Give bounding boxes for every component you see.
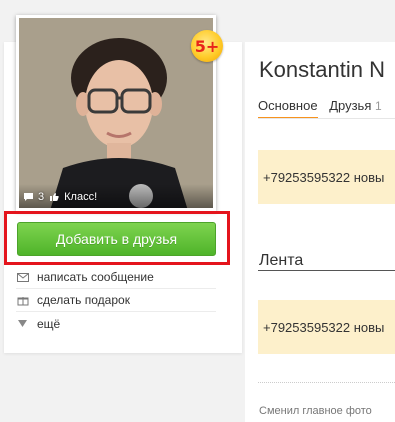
profile-tabs: Основное Друзья 1 (258, 98, 390, 119)
feed-item-text[interactable]: Сменил главное фото (259, 405, 372, 417)
status-note-text: +79253595322 новы (263, 169, 385, 185)
comments-count[interactable]: 3 (38, 191, 44, 203)
main-content: Konstantin N Основное Друзья 1 (245, 42, 395, 422)
send-message-action[interactable]: написать сообщение (16, 266, 216, 289)
feed-title-divider (258, 270, 395, 271)
thumbs-up-icon[interactable] (48, 191, 60, 203)
add-friend-button[interactable]: Добавить в друзья (17, 222, 216, 256)
send-message-label[interactable]: написать сообщение (37, 270, 154, 284)
feed-divider (258, 382, 395, 383)
avatar[interactable]: 3 Класс! (19, 18, 213, 208)
tab-friends[interactable]: Друзья 1 (329, 98, 381, 117)
feed-title: Лента (259, 252, 304, 269)
profile-photo[interactable]: 3 Класс! (16, 15, 216, 211)
age-restriction-badge: 5+ (191, 30, 223, 62)
triangle-down-icon (16, 317, 29, 330)
more-action[interactable]: ещё (16, 312, 216, 335)
avatar-portrait (19, 18, 213, 208)
feed-note-text: +79253595322 новы (263, 319, 385, 335)
send-gift-action[interactable]: сделать подарок (16, 289, 216, 312)
gift-icon (16, 294, 29, 307)
tab-main[interactable]: Основное (258, 98, 318, 119)
profile-actions: написать сообщение сделать подарок ещё (16, 266, 216, 335)
status-note[interactable]: +79253595322 новы (258, 150, 395, 204)
envelope-icon (16, 271, 29, 284)
photo-stats: 3 Класс! (22, 191, 97, 203)
comment-icon[interactable] (22, 191, 34, 203)
klass-label[interactable]: Класс! (64, 191, 97, 203)
tab-friends-label[interactable]: Друзья (329, 98, 371, 113)
friends-count: 1 (375, 99, 382, 113)
profile-name: Konstantin N (259, 57, 385, 82)
send-gift-label[interactable]: сделать подарок (37, 293, 130, 307)
more-label[interactable]: ещё (37, 317, 60, 331)
tabs-divider (258, 118, 395, 119)
feed-note[interactable]: +79253595322 новы (258, 300, 395, 354)
tab-main-label[interactable]: Основное (258, 98, 318, 113)
